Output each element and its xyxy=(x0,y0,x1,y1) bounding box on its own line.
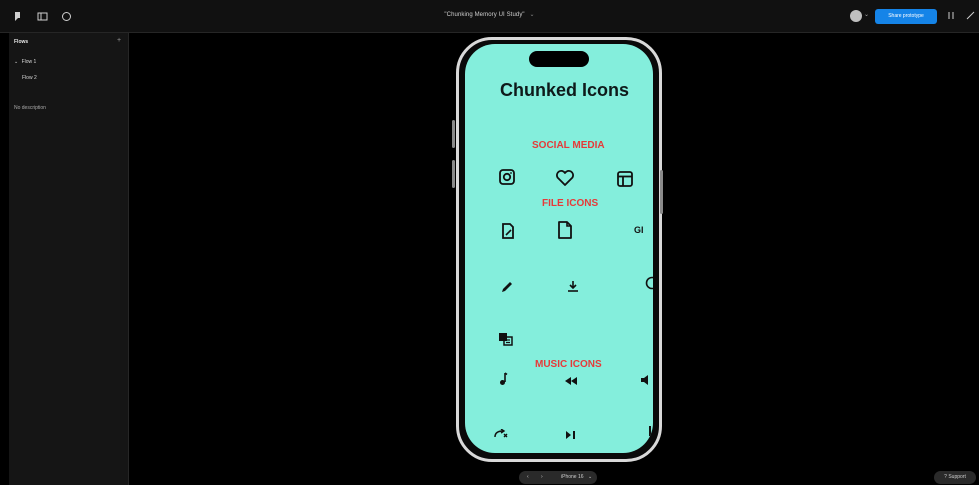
avatar-caret-icon[interactable]: ⌄ xyxy=(864,11,869,18)
section-music-icons: MUSIC ICONS xyxy=(535,359,602,370)
document-title[interactable]: "Chunking Memory UI Study" ⌄ xyxy=(0,11,979,18)
layout-icon[interactable] xyxy=(616,170,634,188)
share-prototype-button[interactable]: Share prototype xyxy=(875,9,937,24)
download-icon[interactable] xyxy=(567,280,579,292)
expand-icon[interactable] xyxy=(966,11,975,22)
pencil-icon[interactable] xyxy=(500,280,514,294)
flow-item-1[interactable]: ⌄ Flow 1 xyxy=(14,59,36,65)
instagram-icon[interactable] xyxy=(498,168,516,186)
flow-item-label: Flow 2 xyxy=(22,75,37,81)
section-social-media: SOCIAL MEDIA xyxy=(532,140,605,151)
document-title-text: "Chunking Memory UI Study" xyxy=(444,12,525,18)
phone-volume-up xyxy=(452,120,455,148)
flow-item-2[interactable]: Flow 2 xyxy=(22,75,37,81)
music-note-icon[interactable] xyxy=(498,372,508,386)
dynamic-island xyxy=(529,51,589,67)
repeat-icon[interactable] xyxy=(494,429,510,439)
device-switcher[interactable]: ‹ › iPhone 16 ⌄ xyxy=(519,471,597,484)
title-caret-icon: ⌄ xyxy=(529,12,535,18)
avatar[interactable] xyxy=(850,10,862,22)
file-edit-icon[interactable] xyxy=(500,222,516,240)
rewind-icon[interactable] xyxy=(564,377,578,385)
file-icon[interactable] xyxy=(557,220,573,240)
translate-icon[interactable] xyxy=(498,331,514,347)
flows-heading: Flows xyxy=(14,39,29,45)
phone-volume-down xyxy=(452,160,455,188)
chevron-down-icon: ⌄ xyxy=(14,59,19,65)
flow-item-label: Flow 1 xyxy=(21,59,37,65)
partial-music-icon[interactable] xyxy=(648,426,653,436)
gif-icon[interactable]: GI xyxy=(634,225,644,235)
add-flow-button[interactable]: + xyxy=(117,37,121,44)
volume-icon[interactable] xyxy=(640,374,652,386)
phone-power-button xyxy=(660,170,663,214)
device-name[interactable]: iPhone 16 xyxy=(561,474,584,480)
clock-icon[interactable] xyxy=(644,276,653,290)
section-file-icons: FILE ICONS xyxy=(542,198,599,209)
flow-description: No description xyxy=(14,105,46,111)
flows-panel: Flows + ⌄ Flow 1 Flow 2 No description xyxy=(9,33,129,485)
device-caret-icon[interactable]: ⌄ xyxy=(588,474,592,480)
top-bar: "Chunking Memory UI Study" ⌄ ⌄ Share pro… xyxy=(0,0,979,33)
support-button[interactable]: ? Support xyxy=(934,471,976,484)
restart-icon[interactable] xyxy=(947,11,955,22)
app-title: Chunked Icons xyxy=(500,80,630,100)
play-pause-icon[interactable] xyxy=(565,431,577,439)
previous-frame-button[interactable]: ‹ xyxy=(527,474,529,480)
heart-icon[interactable] xyxy=(555,169,575,187)
phone-screen[interactable]: Chunked Icons SOCIAL MEDIA FILE ICONS GI… xyxy=(465,44,653,453)
next-frame-button[interactable]: › xyxy=(541,474,543,480)
